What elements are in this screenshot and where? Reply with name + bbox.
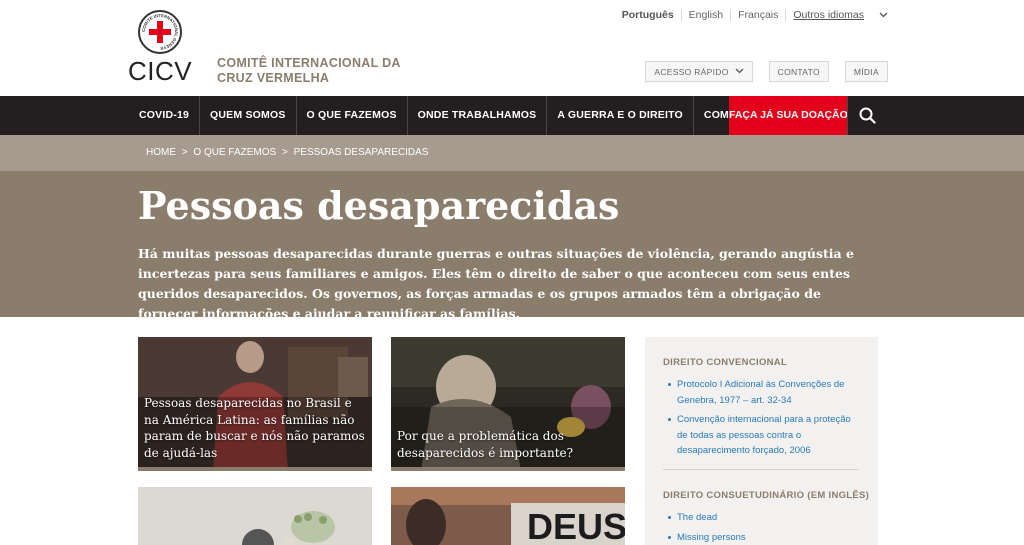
search-icon (859, 107, 876, 124)
sidebar-link[interactable]: Protocolo I Adicional às Convenções de G… (668, 377, 857, 408)
org-name-line2: CRUZ VERMELHA (217, 71, 330, 85)
search-button[interactable] (847, 96, 887, 135)
article-card[interactable]: Por que a problemática dos desaparecidos… (391, 337, 625, 471)
breadcrumb: HOME > O QUE FAZEMOS > PESSOAS DESAPAREC… (0, 135, 1024, 171)
donate-button[interactable]: FAÇA JÁ SUA DOAÇÃO (729, 96, 848, 135)
chevron-down-icon (735, 67, 744, 76)
red-cross-horizontal (149, 29, 171, 35)
breadcrumb-separator: > (181, 147, 188, 158)
sidebar-section-title: DIREITO CONSUETUDINÁRIO (EM INGLÊS) (663, 490, 870, 501)
graffiti-text: DEUS (527, 506, 625, 545)
lang-other-languages[interactable]: Outros idiomas (786, 9, 871, 21)
sidebar-divider (663, 469, 859, 470)
media-button[interactable]: MÍDIA (844, 61, 888, 82)
breadcrumb-separator: > (281, 147, 288, 158)
page-intro: Há muitas pessoas desaparecidas durante … (138, 246, 854, 321)
sidebar-link-list: The dead Missing persons (668, 510, 857, 545)
sidebar-link[interactable]: Convenção internacional para a proteção … (668, 412, 857, 459)
breadcrumb-what-we-do[interactable]: O QUE FAZEMOS (193, 147, 276, 158)
card-caption: Pessoas desaparecidas no Brasil e na Amé… (144, 396, 365, 460)
nav-item-covid[interactable]: COVID-19 (129, 96, 199, 135)
lang-french[interactable]: Français (731, 8, 785, 22)
article-card[interactable]: Pessoas desaparecidas no Brasil e na Amé… (138, 337, 372, 471)
page-title: Pessoas desaparecidas (138, 183, 620, 228)
quick-access-label: ACESSO RÁPIDO (654, 66, 729, 77)
icrc-emblem-icon[interactable]: COMITE INTERNATIONAL GENEVE (138, 10, 182, 54)
main-nav: COVID-19 QUEM SOMOS O QUE FAZEMOS ONDE T… (0, 96, 1024, 135)
card-image (138, 487, 372, 545)
org-name: COMITÊ INTERNACIONAL DA CRUZ VERMELHA (217, 56, 417, 86)
article-card[interactable]: DEUS (391, 487, 625, 545)
breadcrumb-current: PESSOAS DESAPARECIDAS (293, 147, 429, 158)
breadcrumb-trail: HOME > O QUE FAZEMOS > PESSOAS DESAPAREC… (146, 135, 428, 171)
lang-portuguese[interactable]: Português (615, 8, 681, 22)
org-name-line1: COMITÊ INTERNACIONAL DA (217, 56, 401, 70)
article-card[interactable] (138, 487, 372, 545)
sidebar-link[interactable]: The dead (668, 510, 857, 526)
card-accent-bar (391, 467, 625, 471)
card-caption: Por que a problemática dos desaparecidos… (397, 429, 574, 460)
page-hero: Pessoas desaparecidas Há muitas pessoas … (0, 171, 1024, 321)
contact-button[interactable]: CONTATO (768, 61, 829, 82)
nav-item-who-we-are[interactable]: QUEM SOMOS (199, 96, 296, 135)
sidebar-link-list: Protocolo I Adicional às Convenções de G… (668, 377, 857, 463)
sidebar-link[interactable]: Missing persons (668, 530, 857, 545)
breadcrumb-home[interactable]: HOME (146, 147, 176, 158)
nav-item-what-we-do[interactable]: O QUE FAZEMOS (295, 96, 407, 135)
language-selector: Português English Français Outros idioma… (615, 8, 888, 22)
chevron-down-icon[interactable] (879, 10, 888, 20)
card-image: DEUS (391, 487, 625, 545)
logo-wordmark[interactable]: CICV (128, 56, 192, 87)
site-header: COMITE INTERNATIONAL GENEVE CICV COMITÊ … (0, 0, 1024, 96)
sidebar-section-title: DIREITO CONVENCIONAL (663, 357, 788, 368)
nav-item-where-we-work[interactable]: ONDE TRABALHAMOS (406, 96, 547, 135)
lang-english[interactable]: English (682, 8, 730, 22)
sidebar: DIREITO CONVENCIONAL Protocolo I Adicion… (645, 337, 878, 545)
card-accent-bar (138, 467, 372, 471)
quick-access-button[interactable]: ACESSO RÁPIDO (645, 61, 753, 82)
nav-item-war-and-law[interactable]: A GUERRA E O DIREITO (546, 96, 693, 135)
nav-items: COVID-19 QUEM SOMOS O QUE FAZEMOS ONDE T… (129, 96, 795, 135)
utility-buttons: ACESSO RÁPIDO CONTATO MÍDIA (645, 61, 888, 82)
